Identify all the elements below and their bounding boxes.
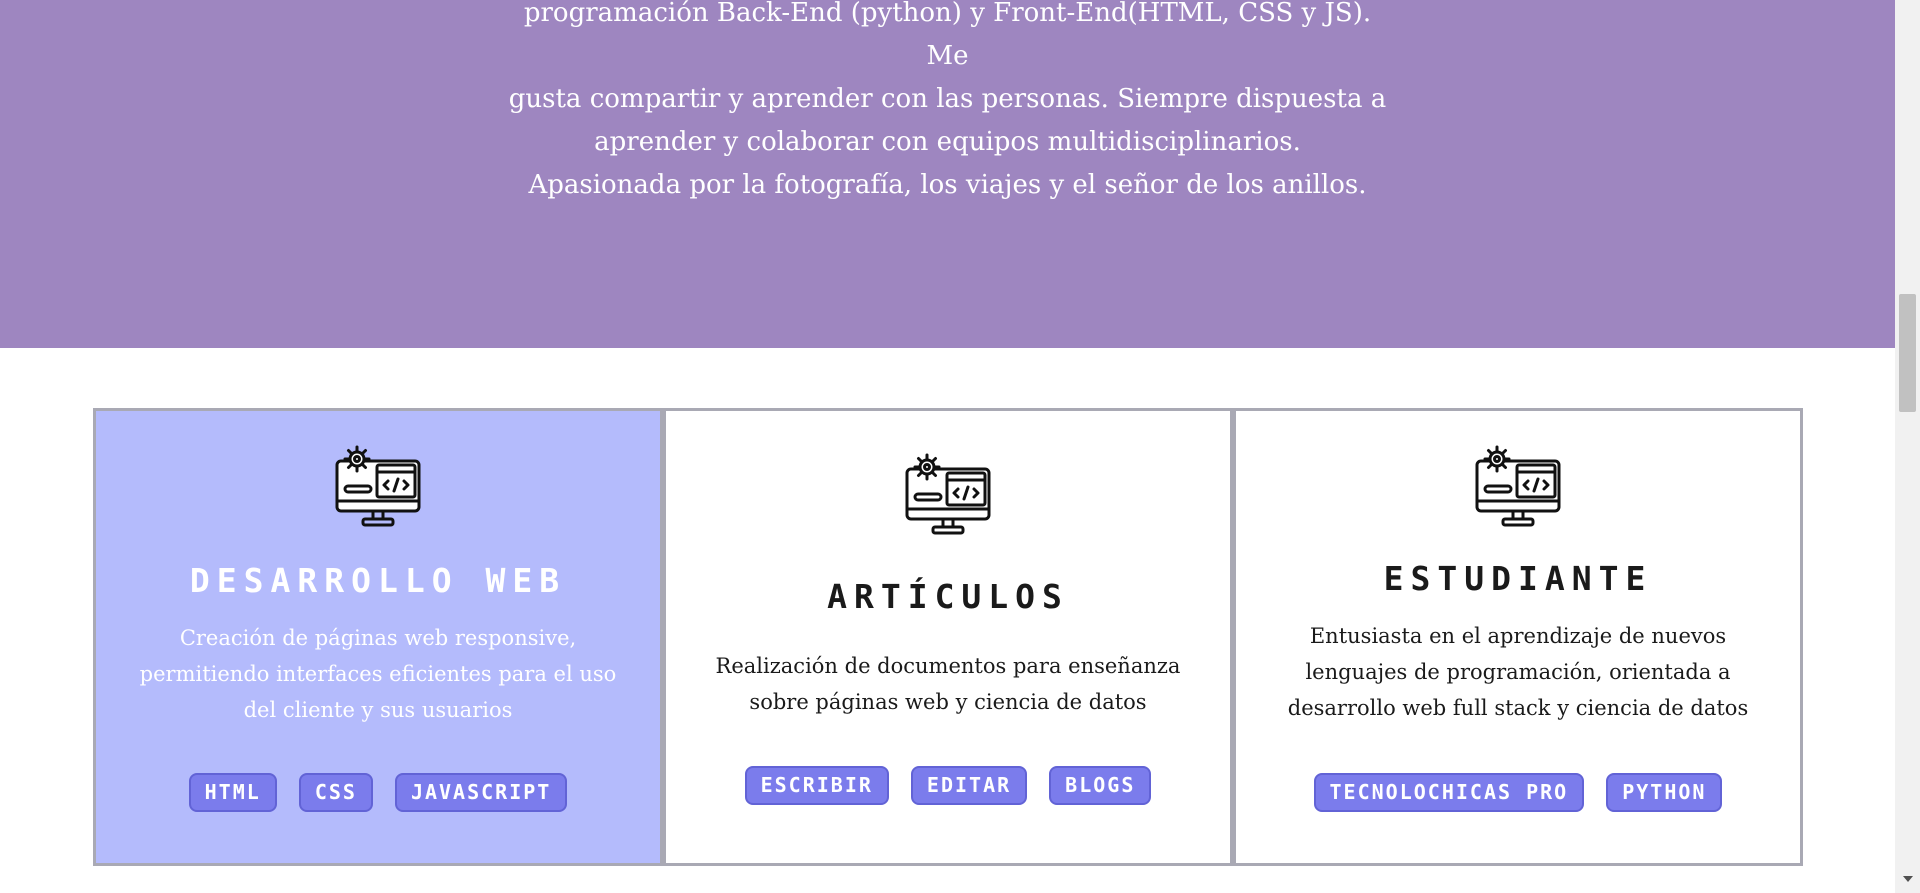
card-desarrollo-web[interactable]: DESARROLLO WEB Creación de páginas web r… bbox=[93, 408, 663, 866]
tag-python[interactable]: PYTHON bbox=[1606, 773, 1723, 812]
tag-escribir[interactable]: ESCRIBIR bbox=[744, 766, 889, 805]
tag-css[interactable]: CSS bbox=[298, 773, 373, 812]
tag-tecnolochicas-pro[interactable]: TECNOLOCHICAS PRO bbox=[1313, 773, 1585, 812]
tag-javascript[interactable]: JAVASCRIPT bbox=[394, 773, 568, 812]
card-description: Realización de documentos para enseñanza… bbox=[715, 654, 1181, 714]
scroll-down-arrow-icon[interactable] bbox=[1903, 876, 1913, 882]
about-line: Apasionada por la fotografía, los viajes… bbox=[528, 170, 1367, 200]
vertical-scrollbar[interactable] bbox=[1895, 0, 1920, 893]
about-section: programación Back-End (python) y Front-E… bbox=[0, 0, 1895, 348]
computer-code-gear-icon bbox=[1475, 445, 1561, 527]
computer-code-gear-icon bbox=[335, 445, 421, 527]
about-line: programación Back-End (python) y Front-E… bbox=[523, 0, 1372, 71]
about-line: gusta compartir y aprender con las perso… bbox=[508, 84, 1387, 114]
card-articulos[interactable]: ARTÍCULOS Realización de documentos para… bbox=[663, 408, 1233, 866]
card-title: ESTUDIANTE bbox=[1383, 559, 1653, 598]
about-text: programación Back-End (python) y Front-E… bbox=[500, 0, 1395, 207]
tag-editar[interactable]: EDITAR bbox=[910, 766, 1028, 805]
card-title: ARTÍCULOS bbox=[827, 577, 1069, 616]
card-title: DESARROLLO WEB bbox=[189, 561, 567, 600]
about-line: aprender y colaborar con equipos multidi… bbox=[594, 127, 1301, 157]
card-tags: ESCRIBIR EDITAR BLOGS bbox=[666, 766, 1230, 805]
card-description: Creación de páginas web responsive, perm… bbox=[139, 626, 617, 722]
card-description: Entusiasta en el aprendizaje de nuevos l… bbox=[1287, 624, 1749, 720]
card-tags: TECNOLOCHICAS PRO PYTHON bbox=[1236, 773, 1800, 812]
scrollbar-thumb[interactable] bbox=[1899, 294, 1916, 412]
tag-html[interactable]: HTML bbox=[188, 773, 277, 812]
tag-blogs[interactable]: BLOGS bbox=[1049, 766, 1152, 805]
card-estudiante[interactable]: ESTUDIANTE Entusiasta en el aprendizaje … bbox=[1233, 408, 1803, 866]
computer-code-gear-icon bbox=[905, 453, 991, 535]
services-cards: DESARROLLO WEB Creación de páginas web r… bbox=[93, 408, 1803, 866]
card-tags: HTML CSS JAVASCRIPT bbox=[96, 773, 660, 812]
